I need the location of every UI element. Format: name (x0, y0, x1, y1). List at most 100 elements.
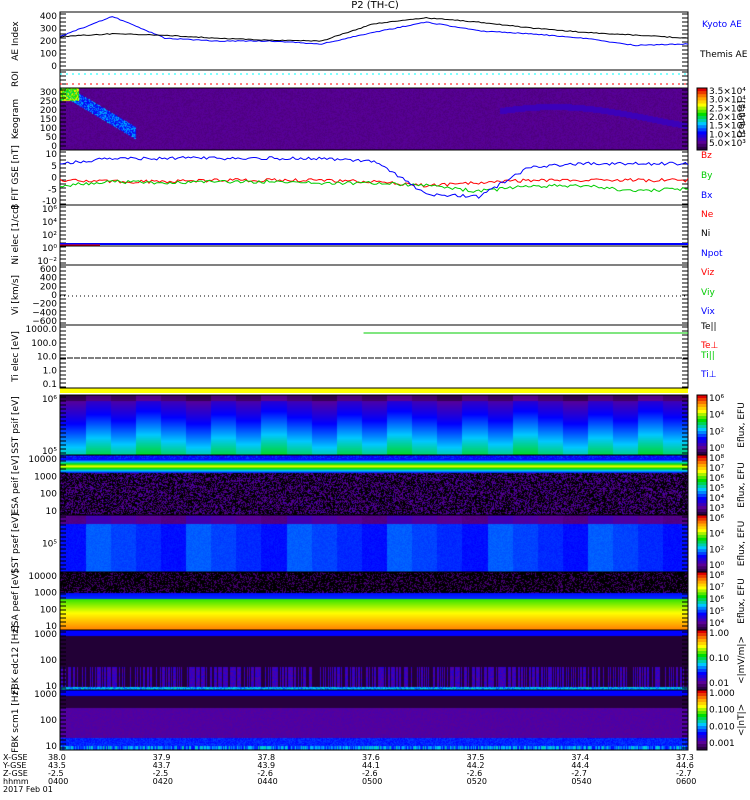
colorbar-cell (697, 473, 707, 477)
colorbar-cell (697, 717, 707, 721)
colorbar-cell (697, 574, 707, 579)
colorbar-tick-label: 0.010 (709, 722, 735, 732)
colorbar-cell (697, 137, 707, 142)
colorbar-tick-label: 0.100 (709, 706, 735, 716)
colorbar-cell (697, 546, 707, 550)
colorbar-cell (697, 708, 707, 712)
legend-npot: Npot (701, 249, 723, 259)
colorbar-cell (697, 413, 707, 417)
colorbar-cell (697, 425, 707, 429)
colorbar-cell (697, 115, 707, 120)
colorbar-cell (697, 693, 707, 697)
colorbar-cell (697, 603, 707, 608)
panel-fbk1: 100010010FBK edc12 [Hz] (11, 625, 689, 695)
colorbar-cell (697, 428, 707, 432)
colorbar-tick-label: 10⁵ (709, 484, 724, 494)
series-themis-ae (59, 16, 689, 42)
colorbar-esa_e: 10⁸ 10⁷ 10⁶ 10⁵ 10⁴ Eflux, EFU (696, 571, 747, 631)
colorbar-cell (697, 554, 707, 559)
y-tick-label: -5 (48, 185, 57, 195)
colorbar-tick-label: 10⁷ (709, 464, 724, 474)
y-tick-label: 10⁶ (42, 205, 57, 215)
colorbar-cell (697, 598, 707, 602)
colorbar-cell (697, 738, 707, 742)
colorbar-cell (697, 125, 707, 129)
colorbar-tick-label: 10⁶ (709, 394, 724, 404)
legend-viy: Viy (701, 288, 715, 298)
legend-vix: Vix (701, 307, 715, 317)
colorbar-tick-label: 0.001 (709, 739, 735, 749)
colorbar-label: Eflux, EFU (737, 521, 747, 567)
footer-value: 0600 (676, 777, 697, 786)
colorbar-tick-label: 0.01 (709, 679, 729, 689)
colorbar-cell (697, 485, 707, 489)
colorbar-cell (697, 100, 707, 104)
panel-esa_e: 10000100010010ESA peef [eV] (11, 570, 689, 632)
colorbar-cell (697, 520, 707, 525)
colorbar-cell (697, 651, 707, 655)
colorbar-cell (697, 461, 707, 465)
colorbar-cell (697, 744, 707, 748)
y-tick-label: 200 (40, 37, 57, 47)
colorbar-cell (697, 589, 707, 593)
colorbar-cell (697, 735, 707, 739)
colorbar-cell (697, 645, 707, 649)
y-tick-label: 10 (46, 742, 58, 752)
panel-frame (59, 689, 689, 751)
legend-viz: Viz (701, 268, 715, 278)
colorbar-cell (697, 741, 707, 745)
colorbar-tick-label: 10⁴ (709, 494, 724, 504)
colorbar-cell (697, 443, 707, 447)
panel-frame (59, 204, 689, 266)
colorbar-cell (697, 410, 707, 414)
colorbar-cell (697, 557, 707, 562)
footer-value: 0500 (362, 777, 383, 786)
colorbar-cell (697, 690, 707, 694)
colorbar-cell (697, 103, 707, 108)
colorbar-cell (697, 684, 707, 688)
colorbar-tick-label: 1.000 (709, 689, 735, 699)
colorbar-cell (697, 526, 707, 530)
y-tick-label: 10.0 (37, 353, 57, 363)
colorbar-cell (697, 633, 707, 637)
y-tick-label: 1000 (34, 630, 57, 640)
colorbar-cell (697, 509, 707, 513)
colorbar-cell (697, 455, 707, 459)
colorbar-cell (697, 609, 707, 614)
panel-frame (59, 571, 689, 631)
y-axis-label: FBK edc12 [Hz] (11, 625, 21, 694)
y-tick-label: 10000 (28, 455, 57, 465)
panel-keogram: 300250200150100500Keogram (11, 87, 689, 152)
panel-ae: 400 300 200 100 0 AE Index (11, 11, 689, 72)
colorbar-label: Eflux, EFU (737, 578, 747, 624)
colorbar-cell (697, 398, 707, 402)
colorbar-tick-label: 10⁶ (709, 514, 724, 524)
y-tick-label: 10 (46, 507, 58, 517)
y-tick-label: 100 (40, 716, 57, 726)
colorbar-cell (697, 407, 707, 411)
y-axis-label: Keogram (11, 99, 21, 139)
colorbar-cell (697, 577, 707, 582)
y-axis-label: ESA peef [eV] (11, 570, 21, 632)
y-tick-label: 100 (40, 605, 57, 615)
colorbar-cell (697, 580, 707, 585)
colorbar-cell (697, 482, 707, 486)
panel-frame (59, 264, 689, 326)
colorbar-cell (697, 119, 707, 123)
panel-frame (59, 11, 689, 71)
legend-ne: Ne (701, 210, 714, 220)
legend-te-par: Te|| (701, 322, 717, 332)
y-tick-label: 10000 (28, 572, 57, 582)
series-kyoto-ae (59, 16, 689, 47)
y-tick-label: 300 (40, 25, 57, 35)
colorbar-cell (697, 431, 707, 435)
colorbar-cell (697, 97, 707, 101)
yellow-status-bar (60, 388, 688, 393)
colorbar-cell (697, 467, 707, 471)
colorbar-cell (697, 618, 707, 622)
colorbar-cell (697, 729, 707, 733)
y-tick-label: 100 (40, 490, 57, 500)
colorbar-cell (697, 681, 707, 685)
y-tick-label: 1000 (34, 690, 57, 700)
colorbar-tick-label: 10⁴ (709, 619, 724, 629)
